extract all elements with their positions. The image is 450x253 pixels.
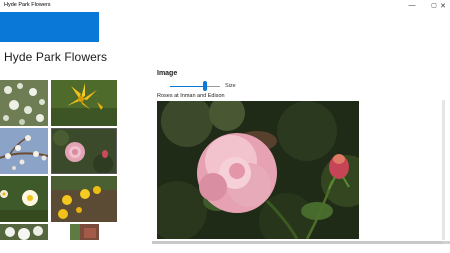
pink-rose-thumbnail-icon: [51, 128, 117, 174]
white-flowers-thumbnail-icon: [0, 80, 48, 126]
garden-thumbnail-icon: [70, 224, 99, 240]
thumbnail-gallery[interactable]: [0, 80, 120, 240]
image-caption: Roses at Inman and Edison: [157, 93, 225, 99]
white-bloom-thumbnail-icon: [0, 224, 48, 240]
thumbnail-garden[interactable]: [70, 224, 99, 240]
vertical-scrollbar[interactable]: [442, 100, 445, 240]
slider-track-empty: [206, 85, 220, 87]
thumbnail-white-yellow-flowers[interactable]: [0, 176, 48, 222]
white-yellow-flowers-thumbnail-icon: [0, 176, 48, 222]
horizontal-scrollbar[interactable]: [152, 241, 442, 244]
accent-banner: [0, 12, 99, 42]
yellow-flowers-thumbnail-icon: [51, 176, 117, 222]
main-photo: [157, 101, 359, 239]
slider-track-filled: [170, 85, 204, 87]
thumbnail-yellow-flowers[interactable]: [51, 176, 117, 222]
slider-thumb[interactable]: [203, 81, 207, 91]
thumbnail-white-flowers[interactable]: [0, 80, 48, 126]
scrollbar-corner: [442, 241, 450, 244]
thumbnail-yellow-lily[interactable]: [51, 80, 117, 126]
minimize-button[interactable]: —: [401, 0, 423, 11]
thumbnail-pink-rose[interactable]: [51, 128, 117, 174]
thumbnail-white-bloom[interactable]: [0, 224, 48, 240]
window-title: Hyde Park Flowers: [4, 2, 51, 8]
thumbnail-blossom-branch[interactable]: [0, 128, 48, 174]
close-button[interactable]: ✕: [436, 0, 450, 11]
page-title: Hyde Park Flowers: [4, 50, 108, 64]
yellow-lily-thumbnail-icon: [51, 80, 117, 126]
blossom-branch-thumbnail-icon: [0, 128, 48, 174]
title-bar: Hyde Park Flowers — ▢ ✕: [0, 0, 450, 11]
rose-photo-icon: [157, 101, 359, 239]
size-slider[interactable]: [170, 81, 220, 91]
image-section-title: Image: [157, 70, 178, 77]
size-label: Size: [225, 83, 236, 89]
